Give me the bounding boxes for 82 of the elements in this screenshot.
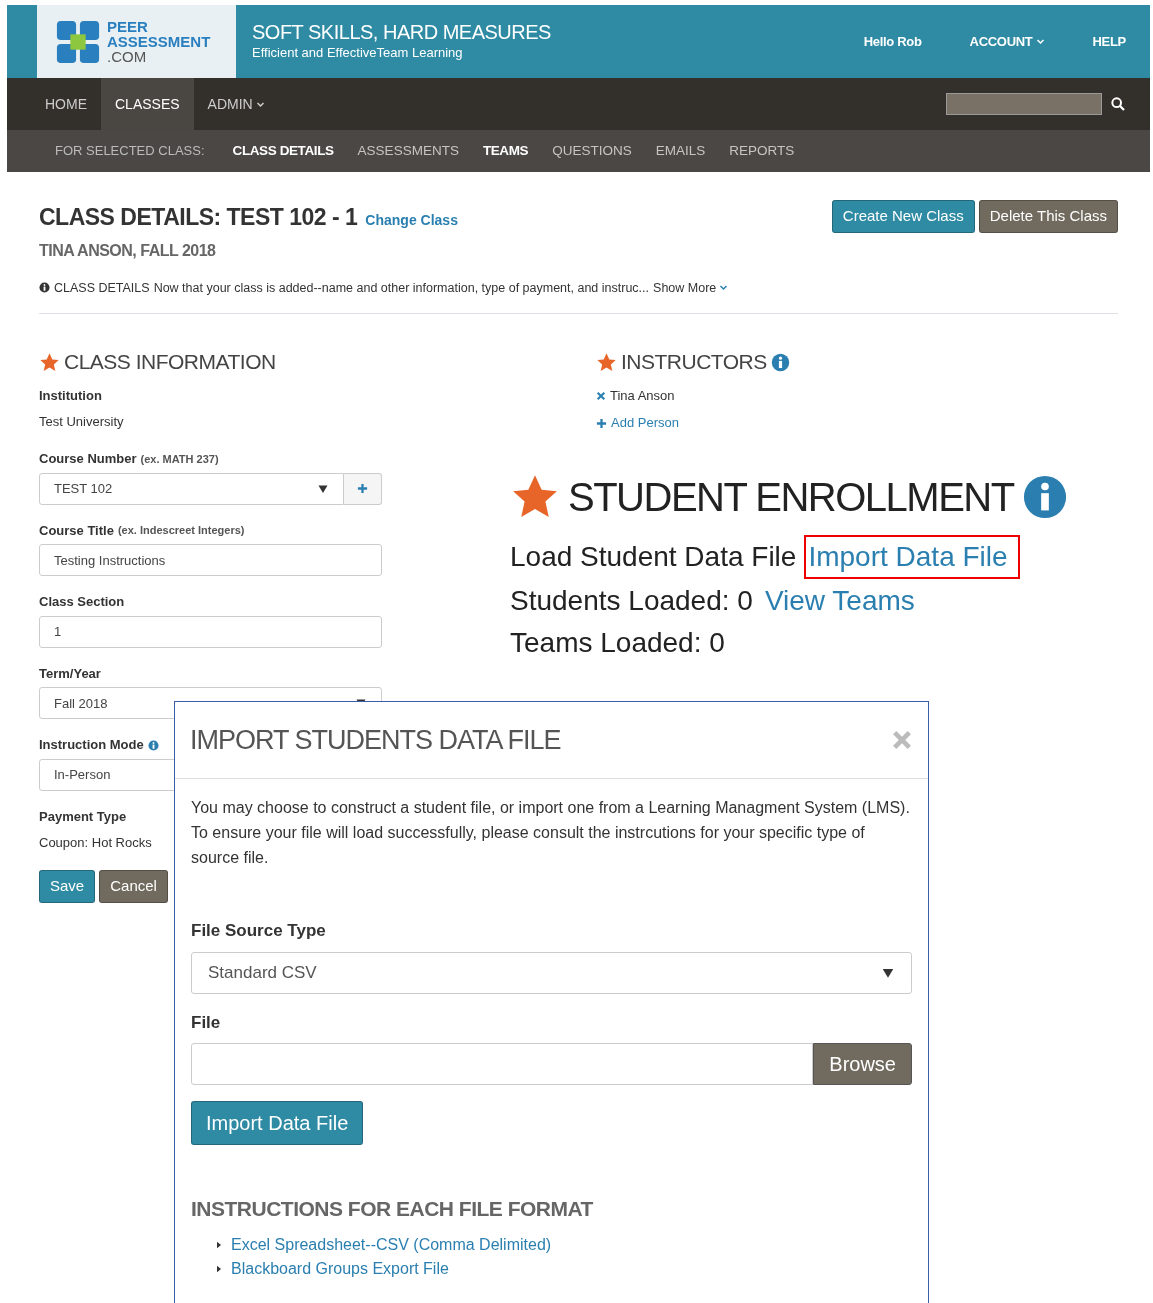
import-button[interactable]: Import Data File [191,1101,364,1145]
add-button[interactable] [344,472,382,505]
show-more-link[interactable]: Show More [653,278,729,298]
star-icon [39,351,60,373]
enrollment-link[interactable]: View Teams [760,578,927,623]
page-button[interactable]: Delete This Class [978,200,1118,233]
select-value: Standard CSV [208,961,317,984]
info-text: Now that your class is added--name and other information, type of payment, and instruc... [153,279,650,297]
logo-text: .COM [107,49,148,64]
subnav-item[interactable]: ASSESSMENTS [357,140,459,162]
subnav-label: FOR SELECTED CLASS: [55,142,205,161]
select-field[interactable]: TEST 102 [39,472,344,505]
field-label: File Source Type [191,920,327,942]
search-icon [1110,96,1126,112]
field-value: Test University [39,413,124,432]
add-person-link[interactable]: Add Person [596,413,1068,433]
field-label: Course Number [39,450,137,469]
remove-icon [596,390,606,401]
plus-icon [596,417,607,429]
field-label: Institution [39,386,102,405]
page-title: CLASS DETAILS: TEST 102 - 1 [39,203,358,232]
close-icon [891,729,913,751]
subnav-item[interactable]: EMAILS [655,140,706,162]
field-label: File [191,1011,222,1034]
subnav-item[interactable]: TEAMS [482,140,529,162]
field-label: Instruction Mode [39,736,144,755]
close-button[interactable] [891,729,913,751]
logo-text: PEER [107,19,149,34]
modal-title: IMPORT STUDENTS DATA FILE [190,723,561,757]
modal-text: You may choose to construct a student file, or import one from a Learning Managment System (LMS). To ensure your file will load successfully, please consult the instrcutions for your specific type of source file. [191,798,911,868]
enrollment-text: Students Loaded: 0 [510,583,753,618]
select-value: TEST 102 [54,480,113,498]
page-button[interactable]: Create New Class [831,200,975,233]
nav-item[interactable]: CLASSES [101,78,194,130]
field-label: Class Section [39,593,125,612]
instructor-name: Tina Anson [610,386,675,405]
tagline: SOFT SKILLS, HARD MEASURES [252,20,551,43]
enrollment-text: Load Student Data File [510,539,797,574]
info-icon [39,282,50,294]
file-field[interactable] [191,1043,814,1085]
form-button[interactable]: Cancel [99,870,168,903]
search-field[interactable] [946,93,1102,115]
input-field[interactable]: Testing Instructions [39,544,382,577]
logo-text: ASSESSMENT [107,34,211,49]
info-label: CLASS DETAILS [54,279,150,297]
section-heading: INSTRUCTORS [621,349,767,376]
header-link[interactable]: Hello Rob [863,31,922,52]
info-icon [770,352,790,372]
instructions-link[interactable]: Excel Spreadsheet--CSV (Comma Delimited) [231,1232,552,1257]
info-icon [1021,473,1068,520]
change-class-link[interactable]: Change Class [365,210,458,231]
subtagline: Efficient and EffectiveTeam Learning [252,43,464,62]
field-value: Coupon: Hot Rocks [39,834,152,853]
subnav-item[interactable]: CLASS DETAILS [232,140,334,162]
plus-icon [357,483,368,495]
form-button[interactable]: Save [39,870,96,903]
nav-item[interactable]: ADMIN [193,78,279,130]
nav-item[interactable]: HOME [31,78,101,130]
bullet-icon [215,1264,223,1273]
browse-button[interactable]: Browse [813,1043,912,1085]
bullet-icon [215,1240,223,1249]
enrollment-text: Teams Loaded: 0 [510,625,725,660]
section-heading: CLASS INFORMATION [64,349,276,376]
select-value: Fall 2018 [54,694,108,713]
input-field[interactable]: 1 [39,615,382,648]
page-subtitle: TINA ANSON, FALL 2018 [39,240,217,261]
section-heading: STUDENT ENROLLMENT [568,473,1014,521]
subnav-item[interactable]: REPORTS [729,140,795,162]
instructions-link[interactable]: Blackboard Groups Export File [231,1256,449,1281]
field-hint: (ex. MATH 237) [140,451,219,467]
field-hint: (ex. Indescreet Integers) [117,523,245,539]
caret-icon [719,283,729,293]
header-link[interactable]: HELP [1092,31,1126,52]
field-label: Term/Year [39,664,101,683]
star-icon [596,351,617,373]
field-label: Payment Type [39,807,127,826]
field-label: Course Title [39,521,114,540]
instructions-heading: INSTRUCTIONS FOR EACH FILE FORMAT [191,1196,594,1222]
header-link[interactable]: ACCOUNT [969,31,1045,52]
select-field[interactable]: Standard CSV [191,951,912,994]
enrollment-link[interactable]: Import Data File [804,534,1020,579]
subnav-item[interactable]: QUESTIONS [552,140,632,162]
